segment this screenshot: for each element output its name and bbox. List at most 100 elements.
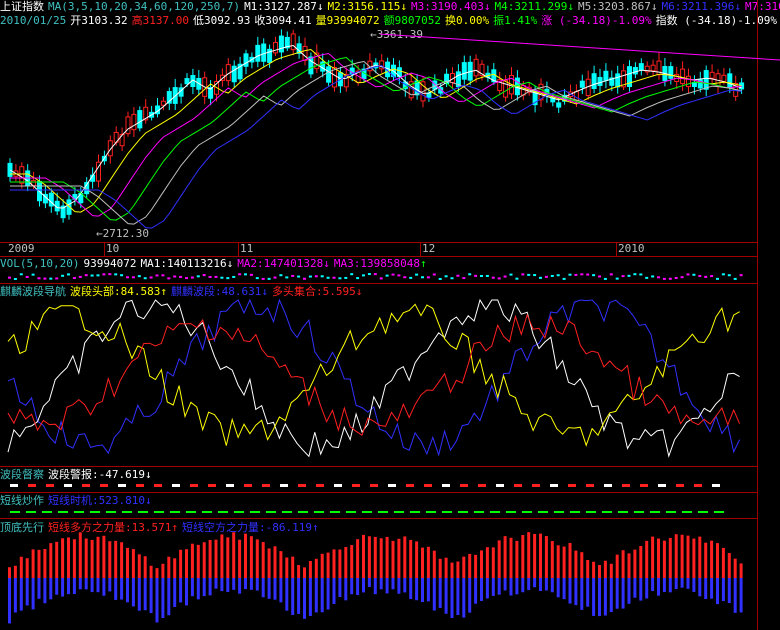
candle-body — [131, 113, 137, 131]
volume-bar — [226, 277, 230, 280]
candle-body — [668, 66, 674, 79]
volume-bar — [78, 275, 82, 278]
bull-bar — [733, 558, 737, 578]
bear-bar — [633, 578, 637, 598]
bear-bar — [49, 578, 53, 600]
short-dash — [10, 511, 20, 513]
volume-bar — [238, 273, 242, 276]
short-dash — [106, 511, 116, 513]
short-dash — [202, 511, 212, 513]
volume-bar — [19, 273, 23, 276]
bull-bar — [25, 558, 29, 578]
bull-bar — [179, 549, 183, 578]
bear-bar — [137, 578, 141, 611]
alert-block — [100, 484, 108, 487]
volume-bar — [592, 274, 596, 277]
bear-bar — [674, 578, 678, 590]
bull-bar — [244, 533, 247, 578]
bull-bar — [332, 549, 336, 578]
bear-bar — [161, 578, 165, 619]
short-dash — [90, 511, 100, 513]
volume-bar — [190, 276, 194, 279]
bull-bar — [232, 532, 236, 578]
bear-bar — [533, 578, 537, 588]
bull-bar — [615, 554, 619, 578]
short-dash — [330, 511, 340, 513]
volume-bar — [43, 277, 47, 280]
wave-line-yellow — [7, 303, 740, 447]
bull-bar — [397, 538, 401, 578]
bull-bar — [202, 542, 206, 578]
volume-bar — [574, 273, 578, 276]
volume-bar — [727, 274, 731, 277]
volume-bar — [704, 275, 708, 278]
volume-bar — [96, 274, 100, 277]
bull-bar — [350, 545, 354, 578]
bull-bar — [621, 550, 625, 578]
volume-bar — [651, 275, 655, 278]
volume-bar — [509, 273, 513, 276]
bull-bar — [285, 557, 289, 578]
volume-bar — [326, 276, 330, 279]
bull-bar — [657, 538, 660, 578]
volume-bar — [356, 277, 360, 280]
volume-bar — [462, 277, 466, 280]
bear-bar — [556, 578, 560, 598]
volume-bar — [415, 273, 419, 276]
bear-bar — [78, 578, 82, 590]
bull-bar — [503, 536, 507, 578]
bear-bar — [338, 578, 342, 598]
candle-body — [278, 35, 284, 53]
bull-bar — [609, 563, 613, 578]
bear-bar — [96, 578, 100, 593]
bear-bar — [196, 578, 200, 600]
short-dash — [346, 511, 356, 513]
bull-bar — [8, 567, 11, 578]
bull-bar — [438, 558, 442, 578]
bull-bar — [226, 537, 230, 578]
volume-bar — [674, 276, 678, 279]
bull-bar — [190, 543, 194, 578]
alert-block — [622, 484, 630, 487]
bull-bar — [362, 534, 365, 578]
bull-bar — [31, 549, 35, 578]
bull-bar — [273, 546, 277, 578]
volume-bar — [657, 276, 660, 279]
bear-bar — [261, 578, 265, 598]
bear-bar — [149, 578, 153, 614]
bear-bar — [480, 578, 483, 602]
candle-body — [638, 63, 644, 71]
bear-bar — [397, 578, 401, 594]
bear-bar — [143, 578, 147, 611]
bull-bar — [291, 556, 295, 578]
bull-bar — [533, 533, 537, 578]
bull-bar — [586, 560, 590, 578]
bull-bar — [686, 535, 690, 578]
short-dash — [282, 511, 292, 513]
short-dash — [442, 511, 452, 513]
bear-bar — [362, 578, 365, 593]
candle-body — [615, 73, 621, 88]
volume-bar — [108, 273, 112, 276]
volume-bar — [580, 273, 584, 276]
volume-bar — [67, 273, 70, 276]
bear-bar — [43, 578, 47, 604]
volume-bar — [267, 277, 271, 280]
bull-bar — [126, 547, 129, 578]
volume-bar — [273, 276, 277, 279]
bear-bar — [421, 578, 424, 603]
alert-block — [244, 484, 252, 487]
alert-block — [208, 484, 216, 487]
bull-bar — [739, 563, 743, 578]
alert-block — [550, 484, 558, 487]
bear-bar — [609, 578, 613, 613]
short-dash — [298, 511, 308, 513]
chart-canvas[interactable] — [0, 0, 780, 630]
volume-bar — [426, 276, 430, 279]
bull-bar — [379, 538, 383, 578]
candle-body — [503, 79, 509, 98]
bear-bar — [373, 578, 377, 595]
bear-bar — [739, 578, 743, 613]
short-dash — [378, 511, 388, 513]
short-dash — [186, 511, 196, 513]
